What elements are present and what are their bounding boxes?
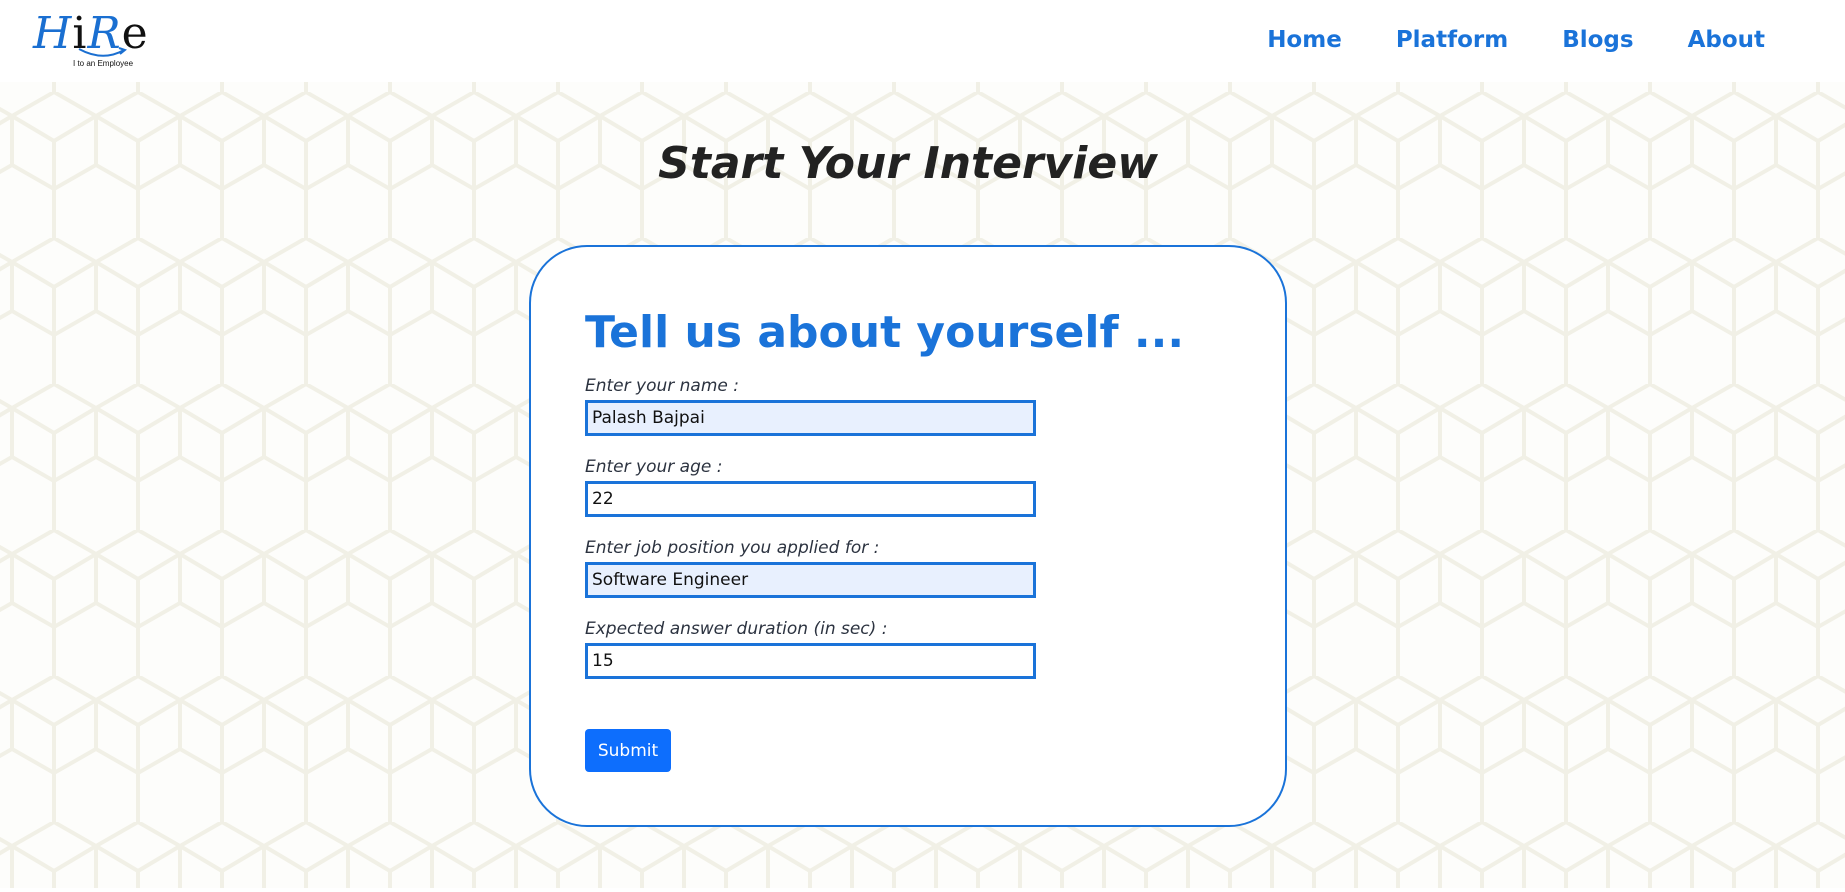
hire-logo[interactable]: HiRe I to an Employee xyxy=(33,10,148,72)
nav-links: Home Platform Blogs About xyxy=(1267,25,1765,55)
logo-tagline: I to an Employee xyxy=(73,59,134,68)
page-title: Start Your Interview xyxy=(658,138,1158,189)
submit-button[interactable]: Submit xyxy=(585,729,671,772)
age-label: Enter your age : xyxy=(585,457,723,477)
nav-home-link[interactable]: Home xyxy=(1267,25,1342,55)
logo-swoosh-icon xyxy=(78,47,127,57)
name-label: Enter your name : xyxy=(585,376,740,396)
answer-duration-input[interactable] xyxy=(585,643,1036,679)
nav-about-link[interactable]: About xyxy=(1688,25,1765,55)
nav-blogs-link[interactable]: Blogs xyxy=(1562,25,1633,55)
top-navbar: HiRe I to an Employee Home Platform Blog… xyxy=(0,0,1845,82)
job-position-label: Enter job position you applied for : xyxy=(585,538,880,558)
age-input[interactable] xyxy=(585,481,1036,517)
nav-platform-link[interactable]: Platform xyxy=(1396,25,1508,55)
name-input[interactable] xyxy=(585,400,1036,436)
form-heading: Tell us about yourself ... xyxy=(585,307,1185,358)
answer-duration-label: Expected answer duration (in sec) : xyxy=(585,619,888,639)
job-position-input[interactable] xyxy=(585,562,1036,598)
interview-form-card: Tell us about yourself ... Enter your na… xyxy=(529,245,1287,827)
